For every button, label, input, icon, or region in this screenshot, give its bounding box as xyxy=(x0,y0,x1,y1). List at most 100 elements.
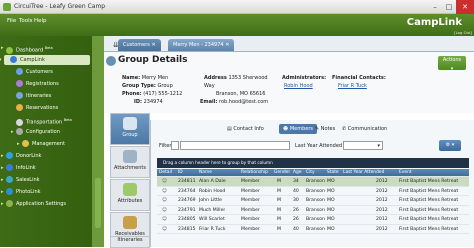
minimize-button[interactable]: – xyxy=(428,0,442,14)
notes-icon: ✎ xyxy=(315,126,320,132)
customers-icon xyxy=(16,68,23,75)
col-gender[interactable]: Gender xyxy=(274,169,290,176)
menu-help[interactable]: Help xyxy=(34,18,47,24)
window-controls: – □ ✕ xyxy=(428,0,474,14)
sidebar-item-photolink[interactable]: ▸ PhotoLink xyxy=(1,187,41,197)
group-id: 234974 xyxy=(143,99,163,105)
sidebar-item-registrations[interactable]: Registrations xyxy=(16,79,59,89)
table-row[interactable]: ☺ 234815 Friar R Tuck Member M 40 Branso… xyxy=(157,225,469,234)
admin-link[interactable]: Robin Hood xyxy=(282,82,326,90)
col-event[interactable]: Event xyxy=(399,169,412,176)
filter-input[interactable] xyxy=(180,141,290,150)
tab-contact-info[interactable]: ▤ Contact Info xyxy=(227,124,264,134)
settings-icon xyxy=(6,200,13,207)
last-year-label: Last Year Attended xyxy=(295,143,343,149)
close-button[interactable]: ✕ xyxy=(456,0,474,14)
menu-file[interactable]: File xyxy=(7,18,16,24)
detail-icon[interactable]: ☺ xyxy=(162,225,167,234)
menu-bar: File Tools Help CampLink [Log Out] xyxy=(0,14,474,36)
col-last-year[interactable]: Last Year Attended xyxy=(343,169,384,176)
sidebar-item-donorlink[interactable]: ▸ DonorLink xyxy=(1,151,41,161)
gear-icon: ⚙ xyxy=(445,142,451,148)
col-age[interactable]: Age xyxy=(293,169,302,176)
members-icon: ☻ xyxy=(283,126,289,132)
financial-contact-link[interactable]: Friar R Tuck xyxy=(332,82,386,90)
members-panel: ▤ Contact Info ☻ Members ✎ Notes ✆ Commu… xyxy=(150,120,474,247)
tab-label: Customers xyxy=(123,42,150,48)
tab-label: Merry Men - 234974 xyxy=(173,42,224,48)
chevron-down-icon: ▾ xyxy=(450,66,454,72)
itineraries-icon xyxy=(16,92,23,99)
tab-members[interactable]: ☻ Members xyxy=(279,124,317,134)
col-detail[interactable]: Detail xyxy=(159,169,172,176)
sidebar-item-configuration[interactable]: ▸ Configuration xyxy=(11,127,60,137)
communication-icon: ✆ xyxy=(342,126,347,132)
group-icon xyxy=(123,117,137,130)
sidebar-item-dashboard[interactable]: ▸ Dashboard Beta xyxy=(1,43,53,54)
detail-icon[interactable]: ☺ xyxy=(162,215,167,224)
detail-icon[interactable]: ☺ xyxy=(162,206,167,215)
table-row[interactable]: ☺ 234811 Alan A Dale Member M 34 Branson… xyxy=(157,177,469,187)
detail-icon[interactable]: ☺ xyxy=(162,187,167,196)
splitter-grip[interactable] xyxy=(95,178,101,228)
menu-tools[interactable]: Tools xyxy=(19,18,33,24)
group-phone: (417) 555-1212 xyxy=(143,91,183,97)
management-icon xyxy=(22,140,29,147)
sidebar-splitter[interactable] xyxy=(92,36,104,247)
logout-link[interactable]: [Log Out] xyxy=(454,30,472,35)
members-grid: Detail ID Name Relationship Gender Age C… xyxy=(157,169,469,234)
sidebar-item-camplink[interactable]: ▾ CampLink xyxy=(0,55,90,65)
table-row[interactable]: ☺ 234791 Much Miller Member M 26 Branson… xyxy=(157,206,469,215)
transportation-icon xyxy=(16,118,23,126)
sidebar-item-infolink[interactable]: ▸ InfoLink xyxy=(1,163,36,173)
detail-icon[interactable]: ☺ xyxy=(162,177,167,186)
app-icon xyxy=(3,3,11,11)
col-relationship[interactable]: Relationship xyxy=(241,169,268,176)
col-state[interactable]: State xyxy=(327,169,339,176)
group-info-address: Address 1353 Sherwood Way Branson, MO 65… xyxy=(200,75,269,105)
sidebar-item-management[interactable]: ▸ Management xyxy=(17,139,65,149)
tab-merry-men[interactable]: Merry Men - 234974 ✕ xyxy=(168,39,235,51)
sidebar-item-application-settings[interactable]: ▸ Application Settings xyxy=(1,199,66,209)
maximize-button[interactable]: □ xyxy=(442,0,456,14)
tab-communication[interactable]: ✆ Communication xyxy=(342,124,387,134)
col-id[interactable]: ID xyxy=(178,169,183,176)
sidebar-item-reservations[interactable]: Reservations xyxy=(16,103,58,113)
saleslink-icon xyxy=(6,176,13,183)
last-year-select[interactable]: ▾ xyxy=(343,141,383,150)
sidebar-item-customers[interactable]: Customers xyxy=(16,67,53,77)
sidebar-item-itineraries[interactable]: Itineraries xyxy=(16,91,51,101)
side-tab-attachments[interactable]: Attachments xyxy=(110,146,150,178)
filter-checkbox[interactable] xyxy=(171,141,179,150)
tab-customers[interactable]: Customers ✕ xyxy=(118,39,161,51)
grid-header: Detail ID Name Relationship Gender Age C… xyxy=(157,169,469,177)
attributes-icon xyxy=(123,183,137,196)
camplink-icon xyxy=(10,56,17,63)
actions-button[interactable]: Actions ▾ xyxy=(438,56,466,72)
side-tab-group[interactable]: Group xyxy=(110,113,150,145)
table-row[interactable]: ☺ 234769 John Little Member M 30 Branson… xyxy=(157,196,469,206)
sidebar-item-transportation[interactable]: Transportation Beta xyxy=(16,115,72,126)
group-by-hint: Drag a column header here to group by th… xyxy=(157,158,469,168)
detail-icon[interactable]: ☺ xyxy=(162,196,167,205)
grid-settings-button[interactable]: ⚙ ▾ xyxy=(439,140,461,151)
table-row[interactable]: ☺ 234764 Robin Hood Member M 40 Branson … xyxy=(157,187,469,196)
page-title: Group Details xyxy=(118,55,188,65)
section-side-tabs: Group Attachments Attributes Receivables… xyxy=(110,113,150,248)
side-tab-itineraries[interactable]: Itineraries xyxy=(110,236,150,248)
close-icon[interactable]: ✕ xyxy=(152,42,156,48)
registrations-icon xyxy=(16,80,23,87)
close-icon[interactable]: ✕ xyxy=(225,42,229,48)
col-city[interactable]: City xyxy=(306,169,315,176)
tab-notes[interactable]: ✎ Notes xyxy=(315,124,335,134)
title-bar: CircuiTree - Leafy Green Camp – □ ✕ xyxy=(0,0,474,14)
window-title: CircuiTree - Leafy Green Camp xyxy=(14,3,106,10)
financial-contacts: Financial Contacts: Friar R Tuck xyxy=(332,75,386,90)
chevron-down-icon: ▾ xyxy=(377,143,380,149)
table-row[interactable]: ☺ 234805 Will Scarlet Member M 26 Branso… xyxy=(157,215,469,225)
sidebar-item-saleslink[interactable]: ▸ SalesLink xyxy=(1,175,40,185)
col-name[interactable]: Name xyxy=(199,169,212,176)
chevron-down-icon: ▾ xyxy=(451,142,455,148)
side-tab-attributes[interactable]: Attributes xyxy=(110,179,150,211)
infolink-icon xyxy=(6,164,13,171)
